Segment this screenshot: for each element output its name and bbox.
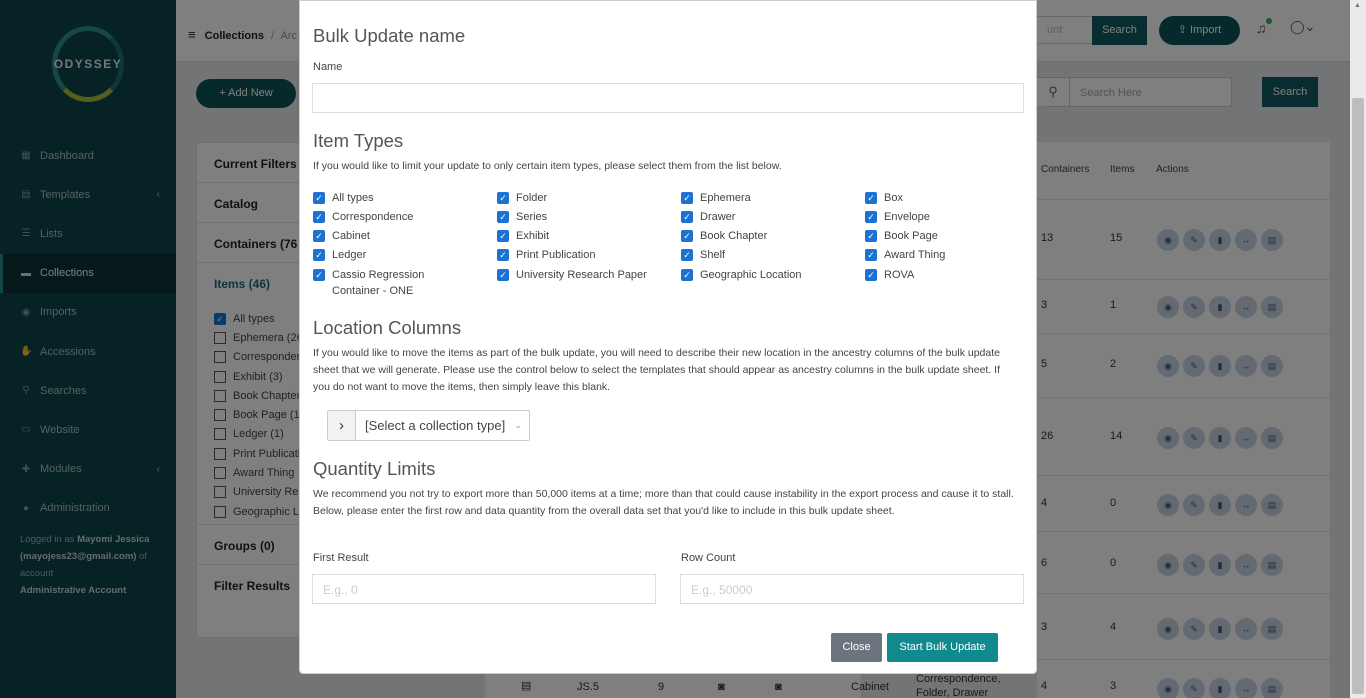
item-type-option[interactable]: ✓ Book Chapter [681, 228, 767, 244]
item-type-label: Cabinet [332, 230, 370, 242]
item-type-label: Cassio Regression Container - ONE [332, 269, 425, 297]
item-type-option[interactable]: ✓ Ephemera [681, 190, 751, 206]
item-type-option[interactable]: ✓ All types [313, 190, 374, 206]
location-columns-description: If you would like to move the items as p… [313, 347, 1000, 393]
name-input[interactable] [312, 83, 1024, 113]
scroll-up-icon[interactable]: ▲ [1354, 2, 1361, 9]
item-type-label: Book Chapter [700, 230, 768, 242]
item-types-heading: Item Types [313, 130, 404, 151]
first-result-label: First Result [313, 552, 369, 564]
bulk-update-modal: Bulk Update name Name Item Types If you … [299, 0, 1037, 674]
item-type-label: Book Page [884, 230, 938, 242]
checked-checkbox[interactable]: ✓ [865, 192, 877, 204]
name-label: Name [313, 61, 343, 73]
checked-checkbox[interactable]: ✓ [497, 249, 509, 261]
item-type-label: Geographic Location [700, 269, 802, 281]
item-types-description: If you would like to limit your update t… [313, 160, 782, 172]
item-type-option[interactable]: ✓ Series [497, 209, 547, 225]
checked-checkbox[interactable]: ✓ [865, 211, 877, 223]
checked-checkbox[interactable]: ✓ [681, 249, 693, 261]
item-type-label: Series [516, 211, 548, 223]
item-type-option[interactable]: ✓ Ledger [313, 247, 366, 263]
quantity-limits-heading: Quantity Limits [313, 458, 436, 479]
item-type-option[interactable]: ✓ Cassio Regression Container - ONE [313, 267, 443, 299]
item-type-option[interactable]: ✓ Correspondence [313, 209, 413, 225]
chevron-down-icon: ⌄ [514, 420, 522, 430]
location-columns-heading: Location Columns [313, 317, 462, 338]
collection-type-value: [Select a collection type] [365, 418, 506, 433]
checked-checkbox[interactable]: ✓ [497, 192, 509, 204]
item-type-label: Ephemera [700, 192, 751, 204]
item-type-option[interactable]: ✓ Box [865, 190, 903, 206]
checked-checkbox[interactable]: ✓ [313, 211, 325, 223]
first-result-input[interactable]: E.g., 0 [312, 574, 656, 604]
item-type-option[interactable]: ✓ ROVA [865, 267, 914, 283]
item-type-label: Correspondence [332, 211, 414, 223]
checked-checkbox[interactable]: ✓ [313, 230, 325, 242]
bulk-update-name-heading: Bulk Update name [313, 25, 466, 46]
checked-checkbox[interactable]: ✓ [681, 230, 693, 242]
checked-checkbox[interactable]: ✓ [681, 211, 693, 223]
item-type-label: Award Thing [884, 249, 946, 261]
item-type-option[interactable]: ✓ University Research Paper [497, 267, 647, 283]
item-type-label: Exhibit [516, 230, 550, 242]
item-type-option[interactable]: ✓ Drawer [681, 209, 735, 225]
scrollbar[interactable]: ▲ [1350, 0, 1366, 698]
item-type-label: All types [332, 192, 374, 204]
item-type-option[interactable]: ✓ Book Page [865, 228, 938, 244]
scrollbar-thumb[interactable] [1352, 98, 1364, 694]
checked-checkbox[interactable]: ✓ [313, 269, 325, 281]
item-type-option[interactable]: ✓ Folder [497, 190, 547, 206]
chevron-right-icon[interactable]: › [328, 411, 356, 440]
item-type-label: Envelope [884, 211, 930, 223]
item-type-label: Drawer [700, 211, 736, 223]
item-type-option[interactable]: ✓ Cabinet [313, 228, 370, 244]
checked-checkbox[interactable]: ✓ [497, 211, 509, 223]
item-type-option[interactable]: ✓ Exhibit [497, 228, 549, 244]
checked-checkbox[interactable]: ✓ [865, 249, 877, 261]
checked-checkbox[interactable]: ✓ [497, 269, 509, 281]
checked-checkbox[interactable]: ✓ [681, 269, 693, 281]
start-bulk-update-button[interactable]: Start Bulk Update [887, 633, 998, 662]
checked-checkbox[interactable]: ✓ [865, 269, 877, 281]
item-type-option[interactable]: ✓ Print Publication [497, 247, 596, 263]
item-type-option[interactable]: ✓ Geographic Location [681, 267, 802, 283]
close-button[interactable]: Close [831, 633, 882, 662]
checked-checkbox[interactable]: ✓ [313, 192, 325, 204]
item-type-label: Box [884, 192, 903, 204]
checked-checkbox[interactable]: ✓ [681, 192, 693, 204]
row-count-label: Row Count [681, 552, 736, 564]
quantity-limits-description: We recommend you not try to export more … [313, 488, 1014, 517]
checked-checkbox[interactable]: ✓ [865, 230, 877, 242]
row-count-input[interactable]: E.g., 50000 [680, 574, 1024, 604]
collection-type-select[interactable]: › [Select a collection type] ⌄ [327, 410, 530, 441]
item-type-label: ROVA [884, 269, 915, 281]
item-type-label: Ledger [332, 249, 367, 261]
checked-checkbox[interactable]: ✓ [313, 249, 325, 261]
item-type-label: Folder [516, 192, 548, 204]
item-type-option[interactable]: ✓ Award Thing [865, 247, 945, 263]
checked-checkbox[interactable]: ✓ [497, 230, 509, 242]
item-type-option[interactable]: ✓ Shelf [681, 247, 725, 263]
item-type-label: Shelf [700, 249, 726, 261]
item-type-option[interactable]: ✓ Envelope [865, 209, 930, 225]
item-type-label: University Research Paper [516, 269, 647, 281]
item-type-label: Print Publication [516, 249, 596, 261]
